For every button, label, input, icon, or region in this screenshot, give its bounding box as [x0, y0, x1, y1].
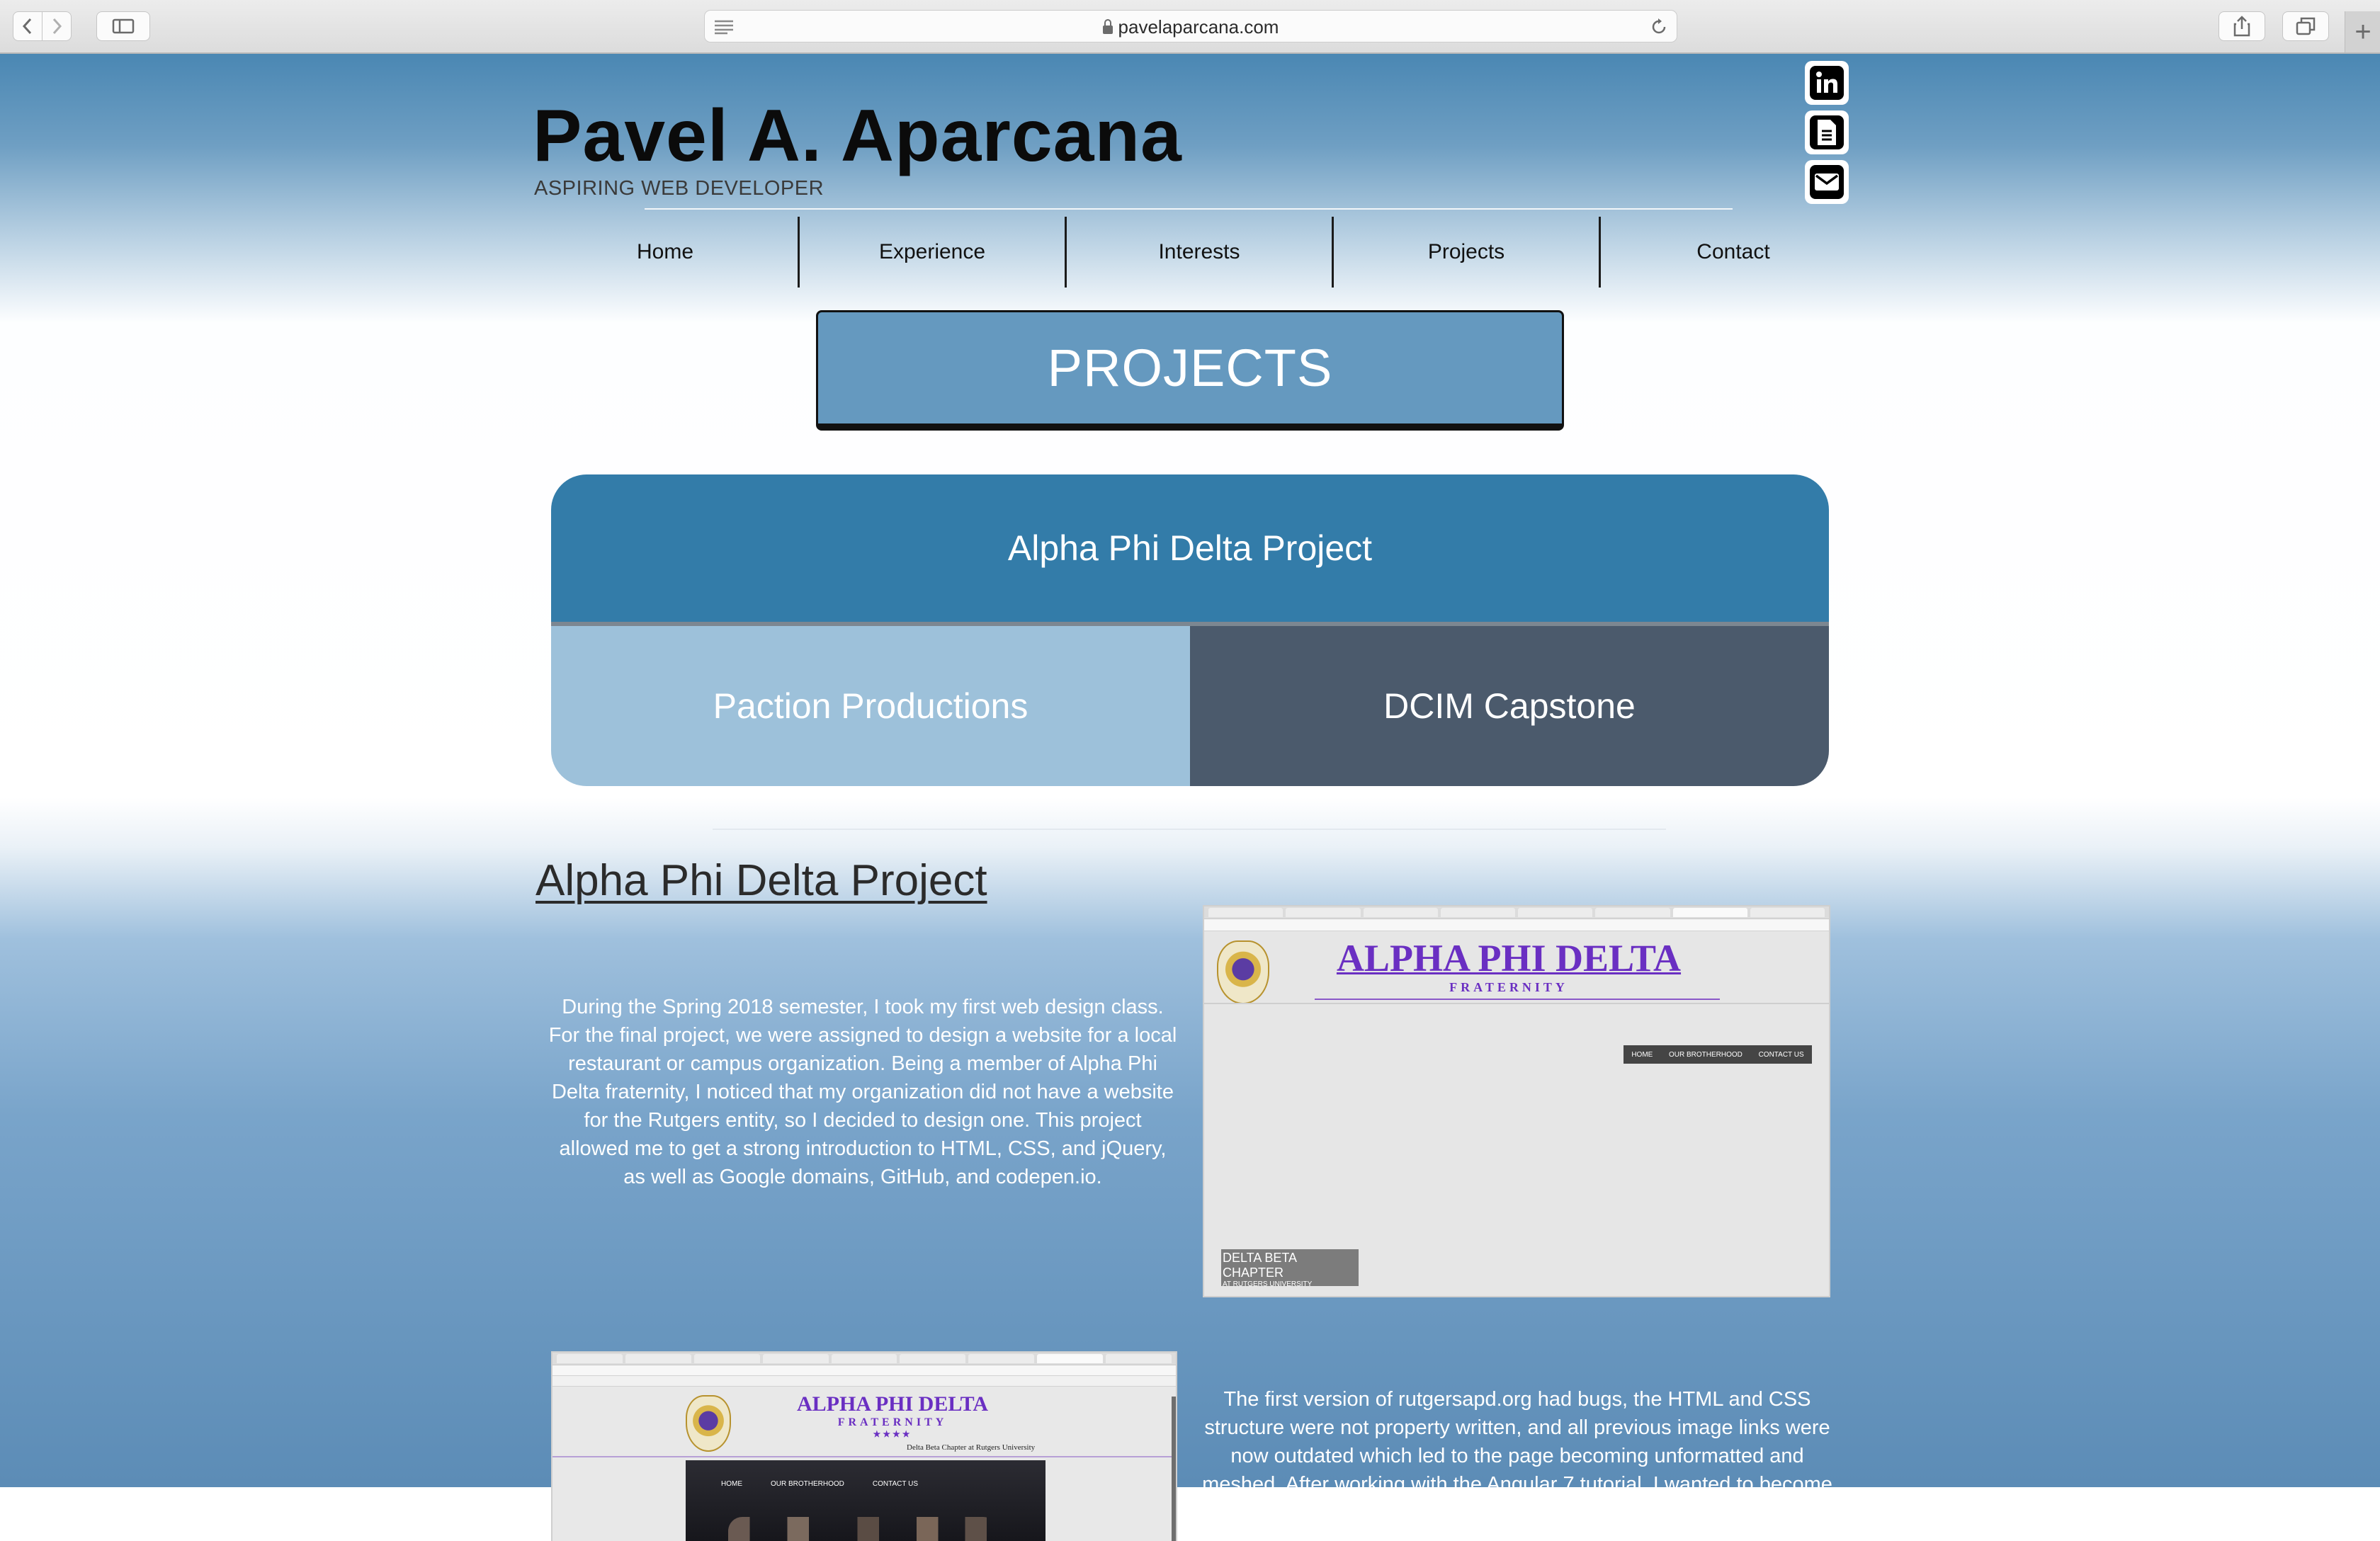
- apd-screenshot-2: ALPHA PHI DELTA FRATERNITY ★★★★ Delta Be…: [551, 1351, 1177, 1541]
- stars-icon: ★★★★: [873, 1429, 912, 1439]
- screenshot-group-photo: HOME OUR BROTHERHOOD CONTACT US: [686, 1460, 1046, 1541]
- screenshot-header-rule: [552, 1456, 1176, 1457]
- screenshot-bookmarks-bar: [552, 1376, 1176, 1387]
- screenshot-address-bar: [1204, 919, 1829, 931]
- tabs-button[interactable]: [2282, 11, 2329, 41]
- screenshot-nav-contact: CONTACT US: [872, 1480, 918, 1488]
- screenshot-nav-brotherhood: OUR BROTHERHOOD: [771, 1480, 844, 1488]
- sidebar-button[interactable]: [96, 11, 150, 41]
- screenshot-nav: HOME OUR BROTHERHOOD CONTACT US: [1624, 1045, 1812, 1064]
- tab-dcim-capstone[interactable]: DCIM Capstone: [1190, 626, 1829, 786]
- email-icon: [1810, 165, 1844, 199]
- address-bar[interactable]: pavelaparcana.com: [704, 10, 1677, 42]
- tab-alpha-phi-delta[interactable]: Alpha Phi Delta Project: [551, 474, 1829, 626]
- linkedin-icon: [1810, 66, 1844, 100]
- share-button[interactable]: [2218, 11, 2265, 41]
- screenshot-title: ALPHA PHI DELTA: [1336, 937, 1682, 979]
- screenshot-chapter-box: DELTA BETA CHAPTER AT RUTGERS UNIVERSITY: [1221, 1249, 1359, 1288]
- crest-icon: [686, 1395, 731, 1452]
- screenshot-nav-home: HOME: [721, 1480, 742, 1488]
- screenshot-subtitle: FRATERNITY: [837, 1416, 948, 1428]
- forward-icon: [52, 18, 62, 35]
- crest-icon: [1217, 940, 1269, 1004]
- main-nav: Home Experience Interests Projects Conta…: [533, 217, 1866, 288]
- screenshot-chapter-sub: AT RUTGERS UNIVERSITY: [1223, 1280, 1313, 1288]
- section-divider: [713, 829, 1666, 830]
- screenshot-address-bar: [552, 1365, 1176, 1376]
- screenshot-nav-contact: CONTACT US: [1758, 1050, 1804, 1059]
- projects-heading: PROJECTS: [1047, 339, 1333, 397]
- new-tab-icon: +: [2354, 16, 2372, 47]
- screenshot-header-rule: [1204, 1003, 1829, 1004]
- linkedin-link[interactable]: [1805, 61, 1849, 105]
- back-icon: [22, 18, 32, 35]
- forward-button[interactable]: [42, 11, 72, 41]
- screenshot-nav: HOME OUR BROTHERHOOD CONTACT US: [686, 1460, 1046, 1488]
- nav-item-experience[interactable]: Experience: [800, 217, 1065, 288]
- screenshot-scrollbar: [1172, 1397, 1176, 1541]
- screenshot-caption: Delta Beta Chapter at Rutgers University: [907, 1443, 1036, 1452]
- nav-item-contact[interactable]: Contact: [1601, 217, 1866, 288]
- document-icon: [1810, 115, 1844, 149]
- resume-link[interactable]: [1805, 110, 1849, 154]
- screenshot-tab-strip: [552, 1353, 1176, 1365]
- nav-item-home[interactable]: Home: [533, 217, 798, 288]
- screenshot-title: ALPHA PHI DELTA: [796, 1392, 989, 1416]
- url-text-container: pavelaparcana.com: [705, 11, 1677, 43]
- browser-toolbar: pavelaparcana.com +: [0, 0, 2380, 54]
- back-button[interactable]: [13, 11, 42, 41]
- screenshot-nav-home: HOME: [1631, 1050, 1653, 1059]
- screenshot-divider: [1315, 999, 1720, 1000]
- tabs-icon: [2296, 17, 2316, 35]
- reload-icon[interactable]: [1650, 18, 1668, 36]
- share-icon: [2233, 16, 2250, 37]
- email-link[interactable]: [1805, 160, 1849, 204]
- site-subtitle: ASPIRING WEB DEVELOPER: [534, 177, 824, 200]
- new-tab-button[interactable]: +: [2345, 11, 2380, 52]
- apd-screenshot-1: ALPHA PHI DELTA FRATERNITY HOME OUR BROT…: [1203, 905, 1830, 1297]
- site-title: Pavel A. Aparcana: [533, 95, 1182, 177]
- nav-item-interests[interactable]: Interests: [1067, 217, 1332, 288]
- projects-banner: PROJECTS: [816, 310, 1564, 431]
- screenshot-nav-brotherhood: OUR BROTHERHOOD: [1669, 1050, 1742, 1059]
- project-tabs: Alpha Phi Delta Project Paction Producti…: [551, 474, 1829, 786]
- screenshot-subtitle: FRATERNITY: [1449, 980, 1568, 994]
- tab-paction-productions[interactable]: Paction Productions: [551, 626, 1190, 786]
- web-page: Pavel A. Aparcana ASPIRING WEB DEVELOPER…: [0, 54, 2380, 1541]
- header-divider: [645, 208, 1733, 210]
- nav-item-projects[interactable]: Projects: [1334, 217, 1599, 288]
- lock-icon: [1102, 19, 1113, 34]
- screenshot-tab-strip: [1204, 906, 1829, 919]
- section-title: Alpha Phi Delta Project: [536, 856, 987, 905]
- screenshot-people: [728, 1517, 997, 1541]
- url-text: pavelaparcana.com: [1118, 16, 1279, 38]
- screenshot-chapter-title: DELTA BETA CHAPTER: [1223, 1251, 1297, 1280]
- project-description-2: The first version of rutgersapd.org had …: [1202, 1388, 1832, 1496]
- sidebar-icon: [112, 18, 135, 34]
- project-description: During the Spring 2018 semester, I took …: [548, 996, 1177, 1188]
